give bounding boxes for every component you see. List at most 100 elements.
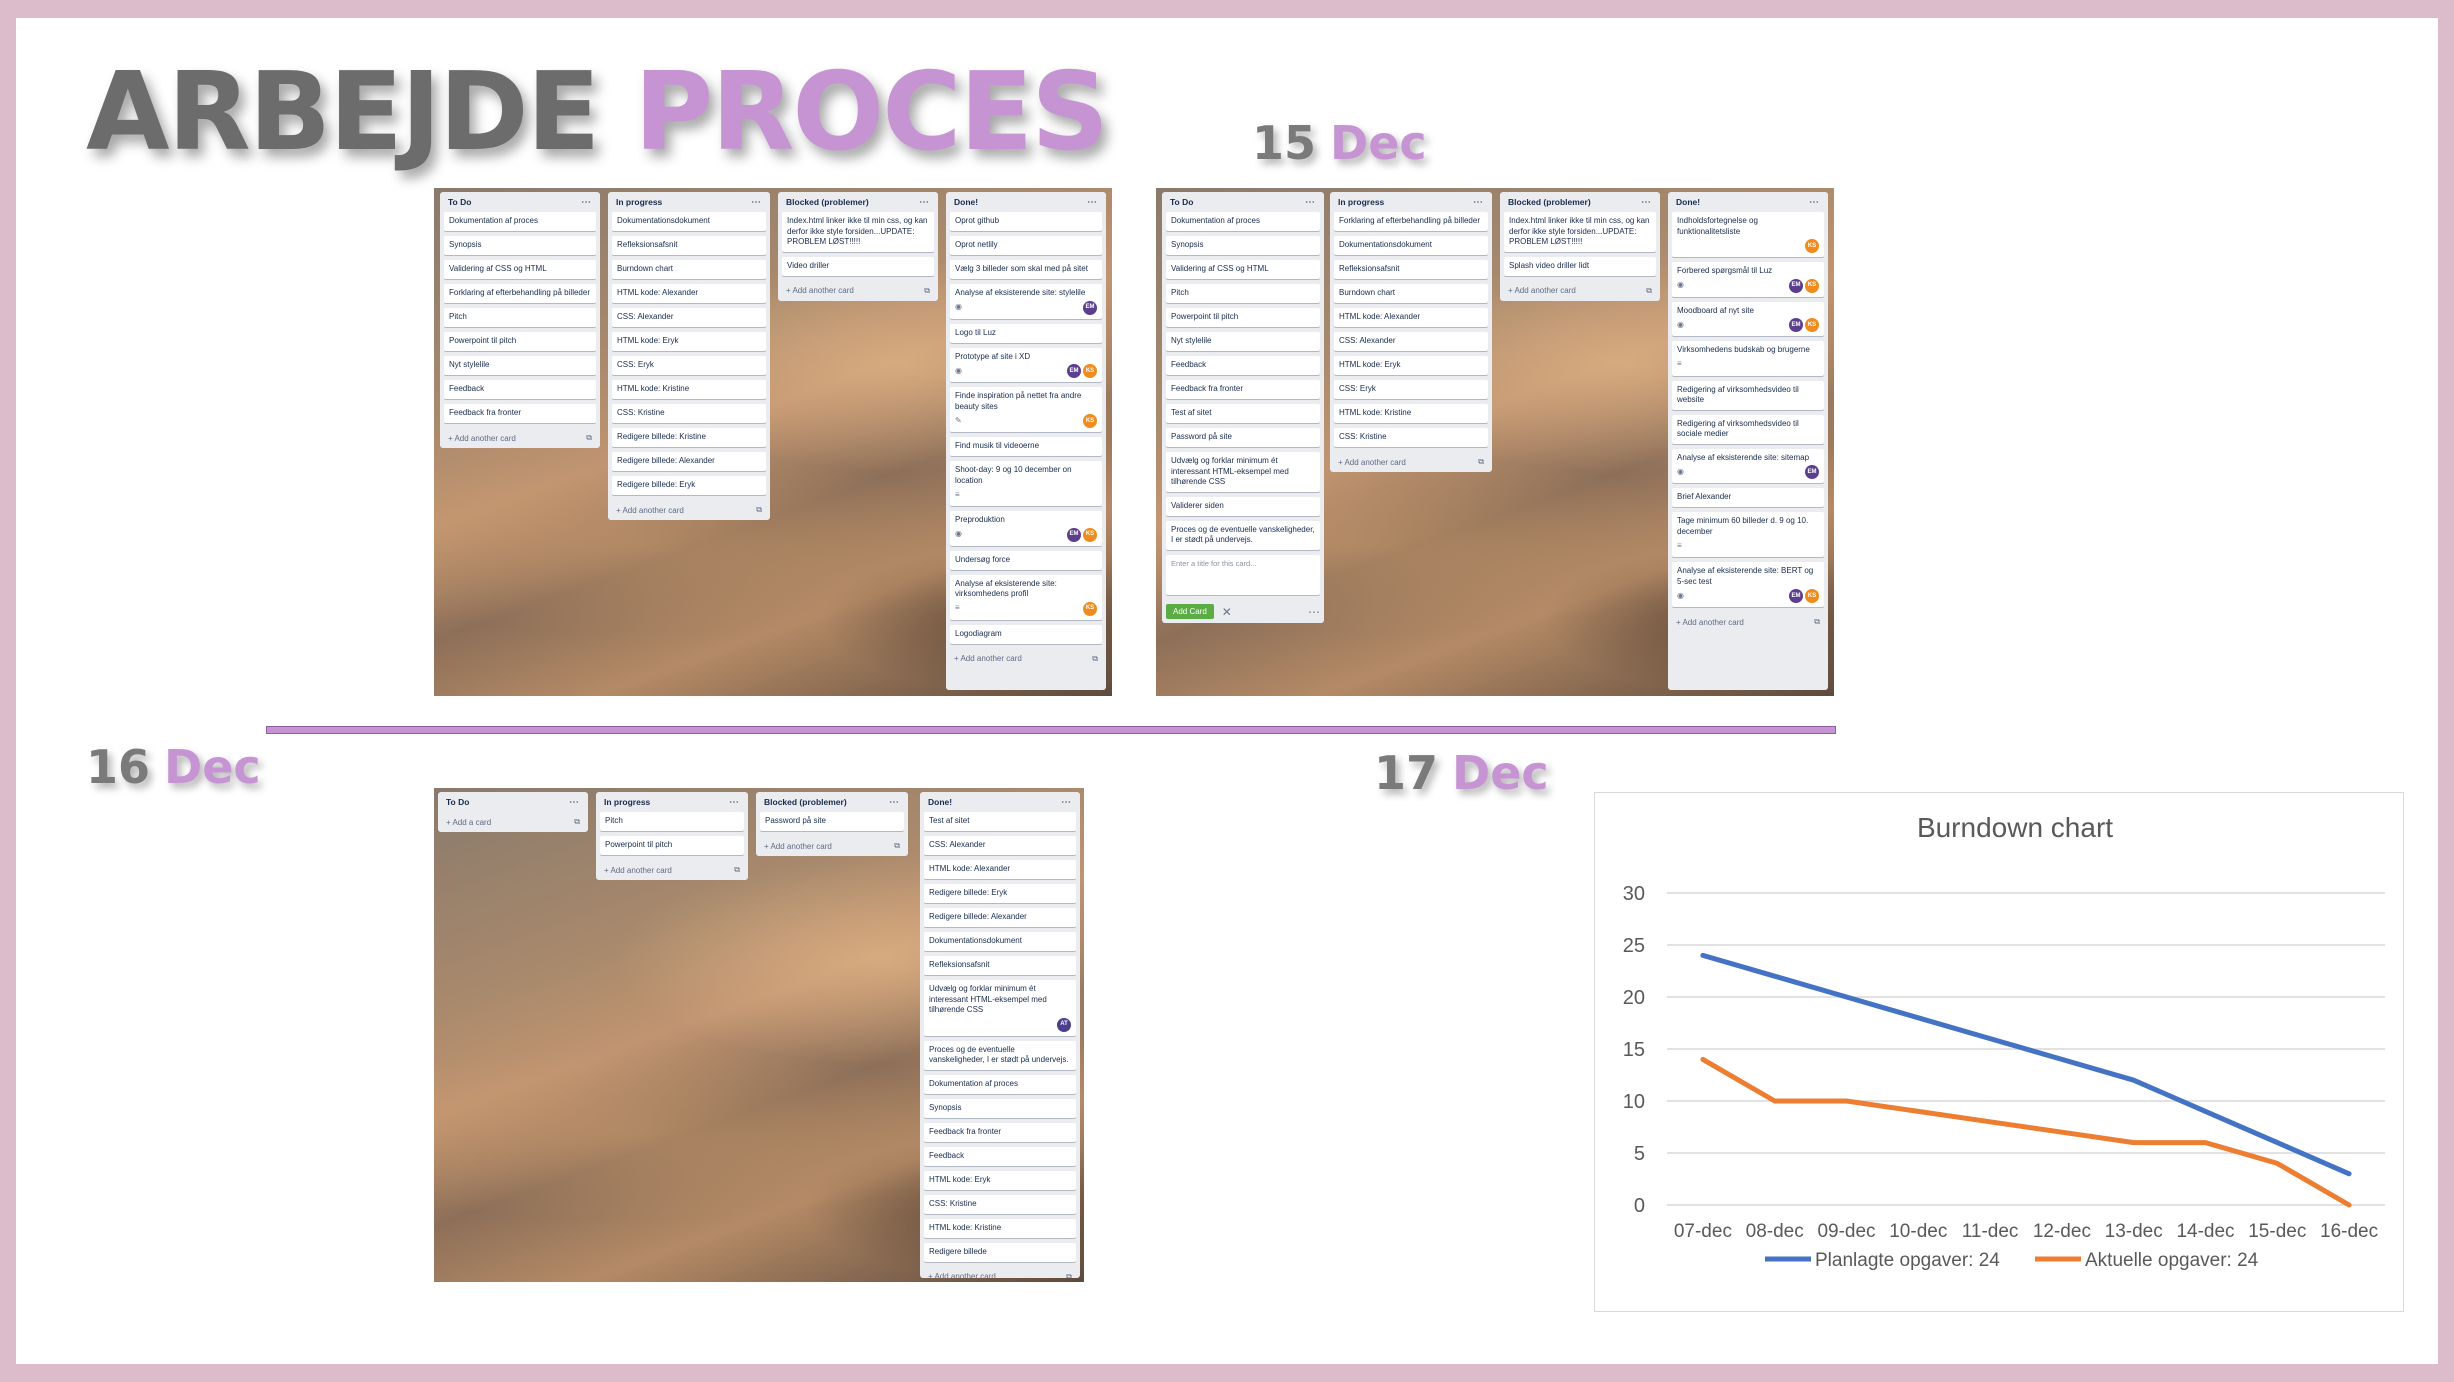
card[interactable]: CSS: Eryk <box>1334 380 1488 399</box>
card[interactable]: Moodboard af nyt site ◉ EM KS <box>1672 301 1824 336</box>
card[interactable]: Video driller <box>782 256 934 276</box>
card[interactable]: HTML kode: Kristine <box>924 1218 1076 1238</box>
avatar[interactable]: KS <box>1083 414 1097 428</box>
card[interactable]: Logodiagram <box>950 624 1102 644</box>
card[interactable]: Feedback fra fronter <box>444 404 596 423</box>
card[interactable]: HTML kode: Eryk <box>1334 356 1488 375</box>
card[interactable]: Undersøg force <box>950 550 1102 570</box>
add-card-link[interactable]: + Add another card ⧉ <box>760 836 904 856</box>
card[interactable]: Redigering af virksomhedsvideo til socia… <box>1672 414 1824 444</box>
avatar[interactable]: EM <box>1083 300 1097 315</box>
list-menu-icon[interactable]: ⋯ <box>889 797 900 808</box>
list-menu-icon[interactable]: ⋯ <box>1473 197 1484 208</box>
card[interactable]: Validering af CSS og HTML <box>444 260 596 279</box>
card[interactable]: CSS: Kristine <box>924 1194 1076 1214</box>
card[interactable]: Index.html linker ikke til min css, og k… <box>1504 212 1656 252</box>
card[interactable]: Analyse af eksisterende site: stylelile ◉… <box>950 284 1102 319</box>
avatar[interactable]: KS <box>1083 601 1097 616</box>
list-menu-icon[interactable]: ⋯ <box>729 797 740 808</box>
card[interactable]: HTML kode: Alexander <box>924 860 1076 879</box>
card[interactable]: Udvælg og forklar minimum ét interessant… <box>924 980 1076 1036</box>
card[interactable]: Index.html linker ikke til min css, og k… <box>782 212 934 252</box>
card[interactable]: Powerpoint til pitch <box>444 332 596 351</box>
card[interactable]: Synopsis <box>924 1098 1076 1118</box>
close-icon[interactable]: ✕ <box>1222 605 1232 619</box>
card[interactable]: Validerer siden <box>1166 496 1320 516</box>
add-card-link[interactable]: + Add another card ⧉ <box>782 281 934 301</box>
card[interactable]: Dokumentationsdokument <box>924 932 1076 951</box>
card[interactable]: Refleksionsafsnit <box>924 956 1076 975</box>
card[interactable]: Brief Alexander <box>1672 488 1824 507</box>
card[interactable]: Dokumentation af proces <box>1166 212 1320 231</box>
card[interactable]: Forbered spørgsmål til Luz ◉ EM KS <box>1672 262 1824 297</box>
avatar[interactable]: EM <box>1789 589 1803 603</box>
card[interactable]: Refleksionsafsnit <box>1334 260 1488 279</box>
add-card-button[interactable]: Add Card <box>1166 604 1214 619</box>
card[interactable]: Udvælg og forklar minimum ét interessant… <box>1166 452 1320 492</box>
card[interactable]: Redigere billede: Eryk <box>612 476 766 495</box>
card[interactable]: Burndown chart <box>612 260 766 279</box>
card[interactable]: Analyse af eksisterende site: sitemap ◉ EM <box>1672 448 1824 483</box>
template-icon[interactable]: ⧉ <box>1478 457 1484 467</box>
list-menu-icon[interactable]: ⋯ <box>919 197 930 208</box>
card[interactable]: Synopsis <box>1166 236 1320 255</box>
list-menu-icon[interactable]: ⋯ <box>569 797 580 808</box>
avatar[interactable]: KS <box>1805 589 1819 603</box>
card[interactable]: Forklaring af efterbehandling på billede… <box>1334 212 1488 231</box>
template-icon[interactable]: ⧉ <box>1066 1272 1072 1279</box>
avatar[interactable]: EM <box>1067 364 1081 378</box>
card[interactable]: HTML kode: Eryk <box>924 1170 1076 1190</box>
card[interactable]: Splash video driller lidt <box>1504 256 1656 276</box>
avatar[interactable]: KS <box>1083 364 1097 378</box>
card[interactable]: Feedback <box>1166 356 1320 375</box>
card[interactable]: Logo til Luz <box>950 323 1102 343</box>
card[interactable]: Dokumentationsdokument <box>1334 236 1488 255</box>
card[interactable]: Nyt stylelile <box>1166 332 1320 351</box>
card[interactable]: Forklaring af efterbehandling på billede… <box>444 284 596 303</box>
avatar[interactable]: EM <box>1789 318 1803 332</box>
card[interactable]: HTML kode: Kristine <box>1334 404 1488 423</box>
card[interactable]: Analyse af eksisterende site: BERT og 5-… <box>1672 562 1824 607</box>
avatar[interactable]: KS <box>1805 278 1819 293</box>
list-menu-icon[interactable]: ⋯ <box>1305 197 1316 208</box>
add-card-link[interactable]: + Add another card ⧉ <box>612 500 766 520</box>
card[interactable]: Redigere billede: Kristine <box>612 428 766 447</box>
card[interactable]: Redigering af virksomhedsvideo til websi… <box>1672 380 1824 410</box>
card[interactable]: Vælg 3 billeder som skal med på sitet <box>950 260 1102 279</box>
new-card-input[interactable]: Enter a title for this card... <box>1166 554 1320 595</box>
card[interactable]: Feedback fra fronter <box>924 1122 1076 1142</box>
list-menu-icon[interactable]: ⋯ <box>1641 197 1652 208</box>
card[interactable]: HTML kode: Eryk <box>612 332 766 351</box>
template-icon[interactable]: ⧉ <box>1646 286 1652 296</box>
card[interactable]: CSS: Kristine <box>612 404 766 423</box>
add-card-link[interactable]: + Add another card ⧉ <box>1672 612 1824 632</box>
avatar[interactable]: EM <box>1789 278 1803 293</box>
template-icon[interactable]: ⧉ <box>894 841 900 851</box>
card[interactable]: Feedback <box>924 1146 1076 1166</box>
template-icon[interactable]: ⧉ <box>586 433 592 443</box>
card[interactable]: Nyt stylelile <box>444 356 596 375</box>
avatar[interactable]: EM <box>1805 465 1819 479</box>
card[interactable]: CSS: Eryk <box>612 356 766 375</box>
card[interactable]: Dokumentation af proces <box>924 1074 1076 1094</box>
card[interactable]: Powerpoint til pitch <box>1166 308 1320 327</box>
card[interactable]: Proces og de eventuelle vanskeligheder, … <box>924 1040 1076 1070</box>
card[interactable]: Finde inspiration på nettet fra andre be… <box>950 387 1102 432</box>
template-icon[interactable]: ⧉ <box>1814 617 1820 627</box>
template-icon[interactable]: ⧉ <box>756 505 762 515</box>
add-card-link[interactable]: + Add another card ⧉ <box>444 428 596 448</box>
card[interactable]: CSS: Kristine <box>1334 428 1488 447</box>
avatar[interactable]: KS <box>1805 318 1819 332</box>
card[interactable]: Test af sitet <box>1166 404 1320 423</box>
more-icon[interactable]: ⋯ <box>1308 605 1320 619</box>
card[interactable]: Dokumentationsdokument <box>612 212 766 231</box>
card[interactable]: Test af sitet <box>924 812 1076 831</box>
card[interactable]: Burndown chart <box>1334 284 1488 303</box>
card[interactable]: Synopsis <box>444 236 596 255</box>
card[interactable]: Shoot-day: 9 og 10 december on location ≡ <box>950 461 1102 506</box>
card[interactable]: Pitch <box>1166 284 1320 303</box>
list-menu-icon[interactable]: ⋯ <box>581 197 592 208</box>
card[interactable]: Prototype af site i XD ◉ EM KS <box>950 347 1102 382</box>
card[interactable]: Pitch <box>444 308 596 327</box>
avatar[interactable]: AT <box>1057 1017 1071 1032</box>
